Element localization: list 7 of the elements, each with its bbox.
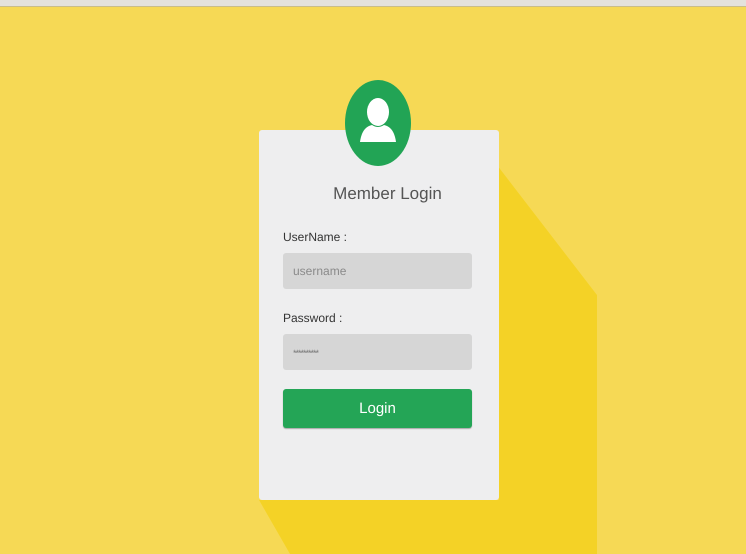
password-field[interactable]: ********** bbox=[283, 334, 472, 370]
user-avatar-icon bbox=[345, 80, 411, 166]
field-label: UserName : bbox=[283, 230, 348, 244]
login-button[interactable]: Login bbox=[283, 389, 472, 428]
username-field[interactable]: username bbox=[283, 253, 472, 289]
field-label: Password : bbox=[283, 311, 342, 325]
login-title: Member Login bbox=[333, 184, 442, 204]
